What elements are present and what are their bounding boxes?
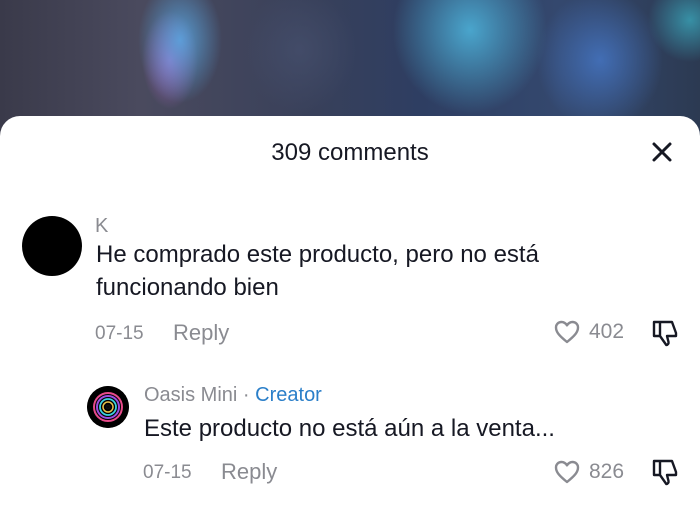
reply-date: 07-15 [143,462,192,483]
dislike-button[interactable] [650,457,680,487]
reply-text: Este producto no está aún a la venta... [144,415,555,442]
like-count: 402 [589,320,625,343]
close-button[interactable] [648,138,676,166]
comments-sheet [0,116,700,510]
comment-text-line-1: He comprado este producto, pero no está [96,241,539,268]
reply-button[interactable]: Reply [173,320,229,346]
thumbs-down-icon [652,320,678,347]
thumbs-down-icon [652,459,678,486]
close-icon [652,142,672,162]
heart-icon [554,320,580,344]
comments-count-title: 309 comments [271,139,429,166]
comment-text-line-2: funcionando bien [96,274,279,301]
reply-author-line: Oasis Mini · Creator [144,383,322,407]
creator-avatar[interactable] [87,386,129,428]
comment-date: 07-15 [95,323,144,344]
oasis-logo-icon [87,386,129,428]
reply-button[interactable]: Reply [221,459,277,485]
like-button[interactable]: 402 [553,318,624,346]
like-button[interactable]: 826 [553,458,624,486]
author-separator: · [242,384,250,406]
dislike-button[interactable] [650,318,680,348]
like-count: 826 [589,460,625,483]
heart-icon [554,460,580,484]
creator-badge: Creator [255,384,322,406]
reply-author[interactable]: Oasis Mini [144,384,237,406]
comment-author[interactable]: K [95,214,108,238]
avatar[interactable] [22,216,82,276]
